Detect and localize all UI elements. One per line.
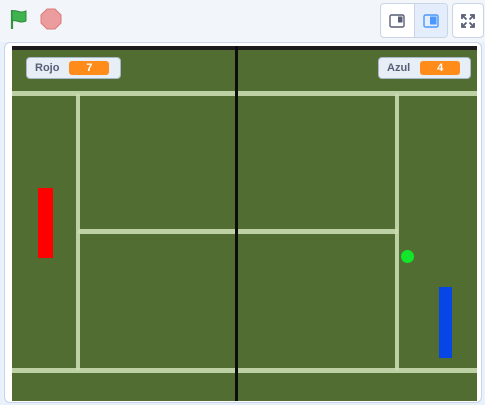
stage-header: [0, 0, 485, 42]
court-line-bottom: [12, 368, 477, 373]
red-paddle: [38, 188, 53, 258]
normal-stage-button[interactable]: [413, 4, 447, 37]
court-line-top: [12, 91, 477, 96]
red-score-value: 7: [69, 61, 110, 75]
game-stage[interactable]: Rojo 7 Azul 4: [12, 46, 477, 401]
ball: [401, 250, 414, 263]
normal-stage-icon: [423, 13, 439, 28]
blue-score-label: Azul: [387, 62, 411, 74]
stage-size-toggle: [380, 3, 448, 38]
stop-button[interactable]: [38, 6, 64, 32]
fullscreen-button[interactable]: [452, 3, 484, 38]
stage-top-border: [12, 46, 477, 50]
blue-score-value: 4: [420, 61, 461, 75]
court-line-middle: [78, 229, 398, 234]
stop-sign-icon: [40, 8, 62, 30]
red-score-monitor[interactable]: Rojo 7: [26, 57, 121, 79]
court-line-left: [76, 94, 80, 370]
fullscreen-icon: [461, 13, 475, 28]
green-flag-icon: [10, 10, 27, 29]
court-net: [235, 46, 238, 401]
blue-paddle: [439, 287, 452, 358]
small-stage-icon: [389, 13, 406, 28]
court-line-right: [395, 94, 399, 370]
small-stage-button[interactable]: [381, 4, 414, 37]
blue-score-monitor[interactable]: Azul 4: [378, 57, 471, 79]
green-flag-button[interactable]: [4, 4, 34, 34]
stage-frame: Rojo 7 Azul 4: [4, 42, 482, 403]
red-score-label: Rojo: [35, 62, 60, 74]
